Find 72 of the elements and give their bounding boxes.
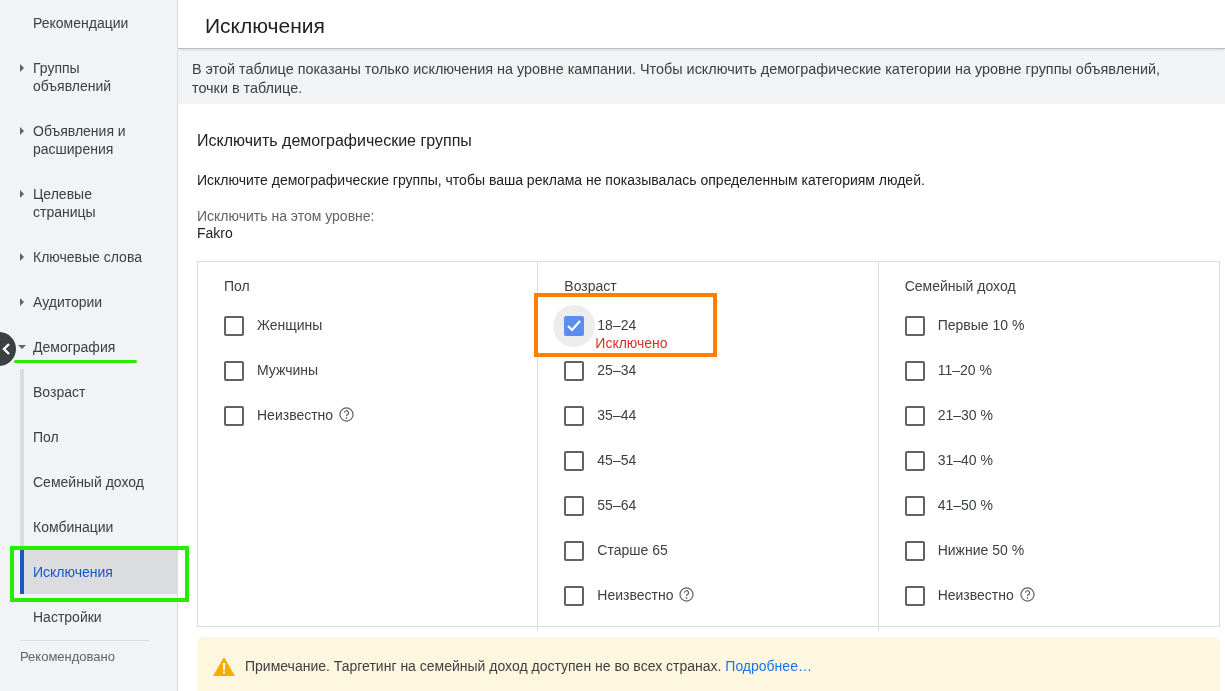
section-title: Исключить демографические группы [197, 131, 473, 151]
help-icon[interactable] [679, 587, 695, 602]
sidebar-item[interactable]: Целевые страницы [33, 184, 145, 221]
caret-down-icon[interactable] [18, 342, 26, 351]
option-label: Неизвестно [257, 407, 334, 423]
level-value: Fakro [197, 225, 234, 242]
info-text: точки в таблице. [192, 79, 304, 98]
option-label: Женщины [257, 317, 323, 333]
checkbox[interactable] [904, 541, 925, 561]
column-heading: Семейный доход [904, 277, 1017, 296]
checkbox[interactable] [904, 586, 925, 606]
option-label: Мужчины [257, 362, 319, 378]
checkbox[interactable] [904, 451, 925, 471]
checkbox[interactable] [904, 316, 925, 336]
sidebar-subitem[interactable]: Пол [24, 414, 177, 459]
checkbox[interactable] [564, 361, 585, 381]
option-label: Неизвестно [937, 587, 1014, 603]
sidebar-subitem[interactable]: Возраст [24, 369, 177, 414]
sidebar-item[interactable]: Демография [33, 337, 116, 356]
option-label: Первые 10 % [937, 317, 1025, 333]
option-label: Неизвестно [597, 587, 674, 603]
option-label: 41–50 % [937, 497, 993, 513]
sidebar-item[interactable]: Рекомендации [33, 13, 129, 32]
option-label: 31–40 % [937, 452, 993, 468]
checkbox[interactable] [904, 496, 925, 516]
checkbox[interactable] [904, 406, 925, 426]
checkbox[interactable] [564, 316, 585, 336]
option-label: Старше 65 [597, 542, 668, 558]
sidebar-item[interactable]: Ключевые слова [33, 247, 142, 266]
option-label: 55–64 [597, 497, 637, 513]
caret-right-icon[interactable] [18, 189, 26, 198]
checkbox[interactable] [224, 361, 244, 381]
status-label: Исключено [595, 334, 668, 352]
checkbox[interactable] [564, 406, 585, 426]
sidebar-subitem[interactable]: Исключения [20, 549, 177, 594]
note-text: Примечание. Таргетинг на семейный доход доступен не во всех странах. Подробнее… [245, 657, 812, 676]
sidebar-subitem[interactable]: Комбинации [24, 504, 177, 549]
help-icon[interactable] [1019, 587, 1035, 602]
sidebar-item[interactable]: Группы объявлений [33, 58, 145, 95]
level-label: Исключить на этом уровне: [197, 208, 376, 225]
checkbox[interactable] [224, 316, 244, 336]
column-heading: Возраст [564, 277, 618, 296]
warning-icon [213, 657, 235, 676]
caret-right-icon[interactable] [18, 63, 26, 72]
learn-more-link[interactable]: Подробнее… [725, 658, 812, 674]
sidebar-item[interactable]: Настройки [33, 607, 102, 626]
caret-right-icon[interactable] [18, 126, 26, 135]
help-icon[interactable] [339, 407, 355, 422]
option-label: 45–54 [597, 452, 637, 468]
sidebar-footer-label: Рекомендовано [19, 648, 116, 666]
checkbox[interactable] [564, 496, 585, 516]
sidebar-subitem[interactable]: Семейный доход [24, 459, 177, 504]
checkbox[interactable] [904, 361, 925, 381]
sidebar-item[interactable]: Аудитории [33, 292, 103, 311]
sidebar-item[interactable]: Объявления и расширения [33, 121, 145, 158]
option-label: Нижние 50 % [937, 542, 1025, 558]
section-description: Исключите демографические группы, чтобы ваша реклама не показывалась определенным категориям людей. [197, 171, 926, 190]
option-label: 18–24 [597, 317, 637, 333]
checkbox[interactable] [564, 451, 585, 471]
checkbox[interactable] [564, 541, 585, 561]
checkbox[interactable] [224, 406, 244, 426]
caret-right-icon[interactable] [18, 297, 26, 306]
option-label: 11–20 % [937, 362, 992, 378]
chevron-left-icon[interactable] [2, 343, 10, 355]
column-heading: Пол [224, 277, 251, 296]
checkbox[interactable] [564, 586, 585, 606]
info-text: В этой таблице показаны только исключения на уровне кампании. Чтобы исключить демографические категории на уровне группы объявлений, [192, 60, 1162, 79]
caret-right-icon[interactable] [18, 252, 26, 261]
option-label: 35–44 [597, 407, 637, 423]
option-label: 25–34 [597, 362, 637, 378]
option-label: 21–30 % [937, 407, 993, 423]
page-title: Исключения [178, 0, 1225, 49]
